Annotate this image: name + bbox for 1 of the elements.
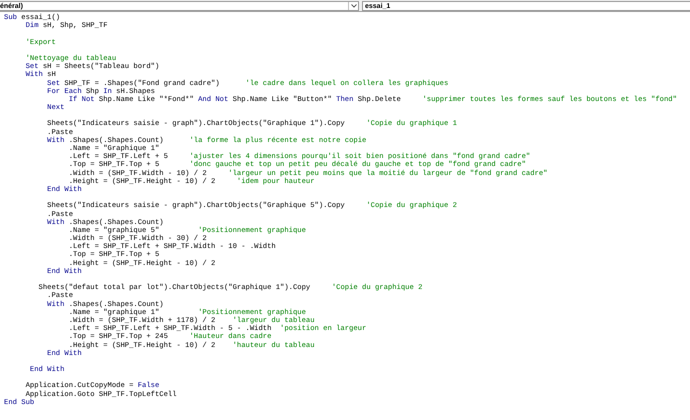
dropdown-caret-icon: [350, 4, 356, 8]
